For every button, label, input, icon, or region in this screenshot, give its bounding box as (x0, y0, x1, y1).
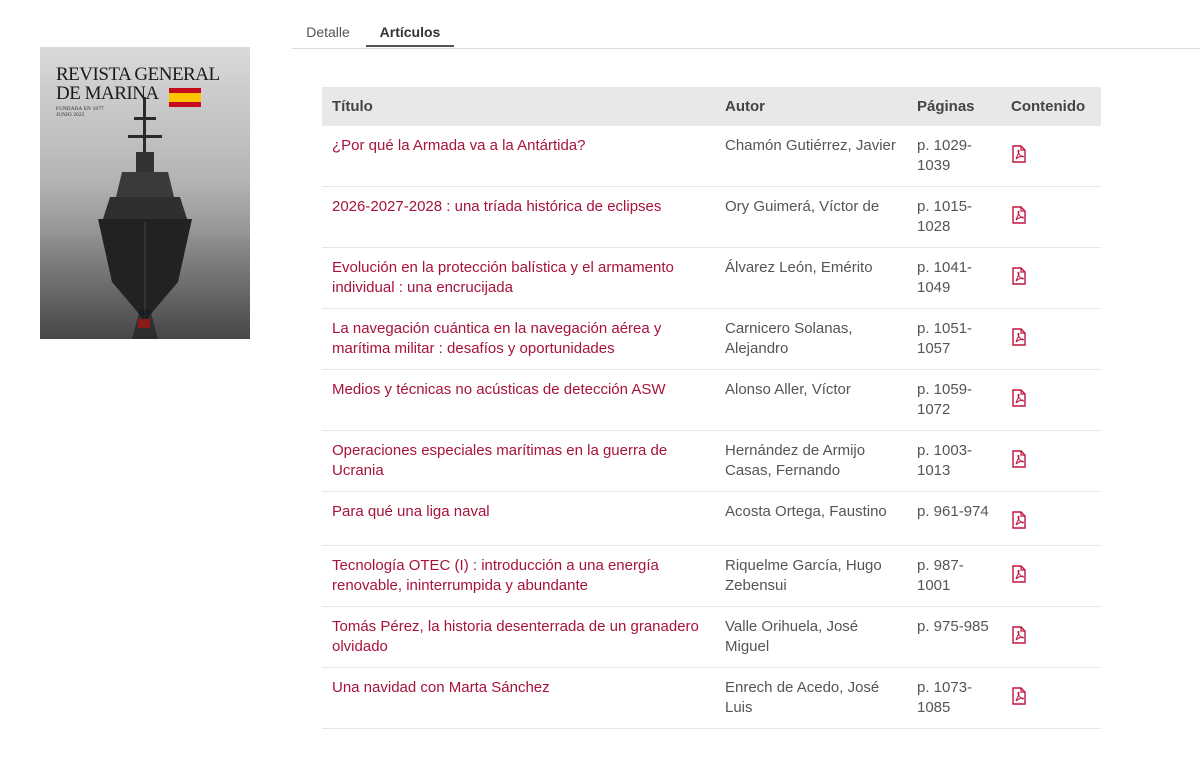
table-row: Medios y técnicas no acústicas de detecc… (322, 369, 1101, 431)
article-author: Riquelme García, Hugo Zebensui (715, 545, 907, 607)
article-author: Acosta Ortega, Faustino (715, 491, 907, 546)
pdf-icon[interactable] (1011, 687, 1027, 705)
article-pages: p. 1015-1028 (907, 186, 1001, 248)
pdf-icon[interactable] (1011, 450, 1027, 468)
table-row: 2026-2027-2028 : una tríada histórica de… (322, 186, 1101, 248)
articles-table: Título Autor Páginas Contenido ¿Por qué … (322, 87, 1101, 729)
header-title[interactable]: Título (322, 87, 715, 126)
article-title-link[interactable]: Tomás Pérez, la historia desenterrada de… (332, 618, 699, 655)
article-pages: p. 1051-1057 (907, 308, 1001, 370)
header-pages[interactable]: Páginas (907, 87, 1001, 126)
article-title-cell: Medios y técnicas no acústicas de detecc… (322, 369, 715, 431)
table-row: Evolución en la protección balística y e… (322, 247, 1101, 309)
table-header-row: Título Autor Páginas Contenido (322, 87, 1101, 126)
article-content-cell (1001, 667, 1101, 729)
article-author: Hernández de Armijo Casas, Fernando (715, 430, 907, 492)
article-title-cell: Para qué una liga naval (322, 491, 715, 546)
table-row: Para qué una liga naval Acosta Ortega, F… (322, 491, 1101, 546)
article-content-cell (1001, 430, 1101, 492)
article-title-cell: Una navidad con Marta Sánchez (322, 667, 715, 729)
table-row: Operaciones especiales marítimas en la g… (322, 430, 1101, 492)
article-title-link[interactable]: Evolución en la protección balística y e… (332, 259, 674, 296)
header-content: Contenido (1001, 87, 1101, 126)
article-content-cell (1001, 186, 1101, 248)
article-title-link[interactable]: Una navidad con Marta Sánchez (332, 679, 550, 696)
spain-flag-icon (169, 88, 201, 107)
article-pages: p. 975-985 (907, 606, 1001, 668)
pdf-icon[interactable] (1011, 267, 1027, 285)
article-author: Álvarez León, Emérito (715, 247, 907, 309)
magazine-cover: REVISTA GENERAL DE MARINA FUNDADA EN 187… (40, 47, 250, 339)
article-title-link[interactable]: 2026-2027-2028 : una tríada histórica de… (332, 198, 661, 215)
header-author[interactable]: Autor (715, 87, 907, 126)
pdf-icon[interactable] (1011, 389, 1027, 407)
article-author: Alonso Aller, Víctor (715, 369, 907, 431)
article-title-cell: Tomás Pérez, la historia desenterrada de… (322, 606, 715, 668)
article-content-cell (1001, 606, 1101, 668)
article-pages: p. 1029-1039 (907, 126, 1001, 187)
articles-table-body: ¿Por qué la Armada va a la Antártida? Ch… (322, 126, 1101, 729)
table-row: Una navidad con Marta Sánchez Enrech de … (322, 667, 1101, 729)
article-title-cell: Evolución en la protección balística y e… (322, 247, 715, 309)
article-title-cell: Operaciones especiales marítimas en la g… (322, 430, 715, 492)
pdf-icon[interactable] (1011, 206, 1027, 224)
cover-title: REVISTA GENERAL DE MARINA (56, 64, 219, 104)
article-author: Ory Guimerá, Víctor de (715, 186, 907, 248)
article-content-cell (1001, 491, 1101, 546)
article-pages: p. 1059-1072 (907, 369, 1001, 431)
table-row: La navegación cuántica en la navegación … (322, 308, 1101, 370)
article-pages: p. 1041-1049 (907, 247, 1001, 309)
article-content-cell (1001, 308, 1101, 370)
article-pages: p. 961-974 (907, 491, 1001, 546)
article-content-cell (1001, 126, 1101, 187)
article-title-cell: Tecnología OTEC (I) : introducción a una… (322, 545, 715, 607)
article-title-cell: ¿Por qué la Armada va a la Antártida? (322, 126, 715, 187)
article-title-cell: 2026-2027-2028 : una tríada histórica de… (322, 186, 715, 248)
article-pages: p. 1073-1085 (907, 667, 1001, 729)
tab-detalle[interactable]: Detalle (292, 18, 364, 47)
cover-subtitle: FUNDADA EN 1877 JUNIO 2025 (56, 107, 104, 119)
pdf-icon[interactable] (1011, 565, 1027, 583)
article-content-cell (1001, 545, 1101, 607)
pdf-icon[interactable] (1011, 328, 1027, 346)
article-title-link[interactable]: Medios y técnicas no acústicas de detecc… (332, 381, 666, 398)
article-title-link[interactable]: Para qué una liga naval (332, 503, 490, 520)
article-content-cell (1001, 369, 1101, 431)
pdf-icon[interactable] (1011, 145, 1027, 163)
article-author: Enrech de Acedo, José Luis (715, 667, 907, 729)
article-title-cell: La navegación cuántica en la navegación … (322, 308, 715, 370)
tab-articulos[interactable]: Artículos (366, 18, 454, 47)
article-author: Chamón Gutiérrez, Javier (715, 126, 907, 187)
table-row: Tecnología OTEC (I) : introducción a una… (322, 545, 1101, 607)
table-row: Tomás Pérez, la historia desenterrada de… (322, 606, 1101, 668)
article-author: Carnicero Solanas, Alejandro (715, 308, 907, 370)
article-pages: p. 1003-1013 (907, 430, 1001, 492)
table-row: ¿Por qué la Armada va a la Antártida? Ch… (322, 126, 1101, 187)
cover-issue-date: JUNIO 2025 (56, 113, 85, 118)
article-content-cell (1001, 247, 1101, 309)
article-title-link[interactable]: La navegación cuántica en la navegación … (332, 320, 661, 357)
article-title-link[interactable]: ¿Por qué la Armada va a la Antártida? (332, 137, 585, 154)
pdf-icon[interactable] (1011, 511, 1027, 529)
article-title-link[interactable]: Operaciones especiales marítimas en la g… (332, 442, 667, 479)
article-author: Valle Orihuela, José Miguel (715, 606, 907, 668)
pdf-icon[interactable] (1011, 626, 1027, 644)
article-pages: p. 987-1001 (907, 545, 1001, 607)
tab-bar: Detalle Artículos (292, 18, 1200, 49)
article-title-link[interactable]: Tecnología OTEC (I) : introducción a una… (332, 557, 659, 594)
